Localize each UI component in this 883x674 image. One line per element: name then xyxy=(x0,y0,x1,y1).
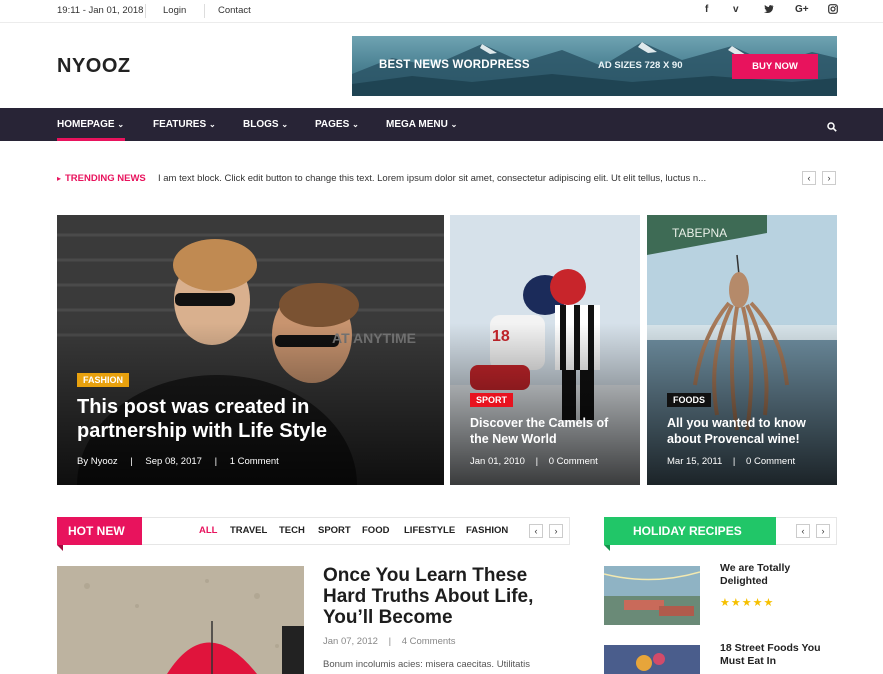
facebook-icon[interactable]: f xyxy=(705,4,708,15)
post-date: Jan 01, 2010 xyxy=(470,456,525,467)
post-date: Jan 07, 2012 xyxy=(323,636,378,647)
comment-count[interactable]: 0 Comment xyxy=(746,456,795,467)
nav-label: MEGA MENU xyxy=(386,119,448,130)
post-date: Sep 08, 2017 xyxy=(145,456,202,467)
buy-now-button[interactable]: BUY NOW xyxy=(732,54,818,79)
post-date: Mar 15, 2011 xyxy=(667,456,723,467)
umbrella-photo xyxy=(57,566,304,674)
street-food-photo xyxy=(604,645,700,674)
trending-label: TRENDING NEWS xyxy=(65,173,146,184)
recipe-thumbnail[interactable] xyxy=(604,645,700,674)
nav-label: HOMEPAGE xyxy=(57,119,115,130)
recipes-prev-button[interactable]: ‹ xyxy=(796,524,810,538)
hero-title[interactable]: All you wanted to know about Provencal w… xyxy=(667,415,832,447)
nav-label: BLOGS xyxy=(243,119,279,130)
filter-travel[interactable]: TRAVEL xyxy=(230,525,267,536)
article-meta: Jan 07, 2012 | 4 Comments xyxy=(323,636,456,647)
filter-lifestyle[interactable]: LIFESTYLE xyxy=(404,525,455,536)
banner-headline: BEST NEWS WORDPRESS xyxy=(379,59,530,71)
search-icon[interactable] xyxy=(827,119,837,137)
hero-card-fashion[interactable]: AT ANYTIME FASHION This post was created… xyxy=(57,215,444,485)
holiday-recipes-title: HOLIDAY RECIPES xyxy=(604,517,776,551)
article-title[interactable]: Once You Learn These Hard Truths About L… xyxy=(323,565,573,628)
category-badge[interactable]: SPORT xyxy=(470,393,514,407)
hero-meta: Jan 01, 2010 | 0 Comment xyxy=(470,456,598,467)
filter-tech[interactable]: TECH xyxy=(279,525,305,536)
active-nav-indicator xyxy=(57,138,125,141)
separator: | xyxy=(732,456,736,467)
category-badge[interactable]: FASHION xyxy=(77,373,130,387)
separator: | xyxy=(535,456,539,467)
article-image[interactable] xyxy=(57,566,304,674)
separator: | xyxy=(388,636,392,647)
nav-label: FEATURES xyxy=(153,119,207,130)
nav-item-pages[interactable]: PAGES ⌄ xyxy=(315,119,359,130)
login-link[interactable]: Login xyxy=(163,5,186,16)
filter-all[interactable]: ALL xyxy=(199,525,217,536)
filter-sport[interactable]: SPORT xyxy=(318,525,351,536)
restaurant-photo xyxy=(604,566,700,625)
comment-count[interactable]: 4 Comments xyxy=(402,636,456,647)
hero-card-sport[interactable]: 18 SPORT Discover the Camels of the New … xyxy=(450,215,640,485)
hot-new-title: HOT NEW xyxy=(57,517,142,551)
triangle-right-icon: ▸ xyxy=(57,174,62,183)
chevron-down-icon: ⌄ xyxy=(450,120,458,129)
separator: | xyxy=(130,456,133,467)
banner-sizes: AD SIZES 728 X 90 xyxy=(598,60,683,71)
nav-item-features[interactable]: FEATURES ⌄ xyxy=(153,119,216,130)
recipe-thumbnail[interactable] xyxy=(604,566,700,625)
article-excerpt: Bonum incolumis acies: misera caecitas. … xyxy=(323,659,530,670)
filter-food[interactable]: FOOD xyxy=(362,525,389,536)
date-time: 19:11 - Jan 01, 2018 xyxy=(57,5,144,16)
divider xyxy=(145,4,146,18)
comment-count[interactable]: 0 Comment xyxy=(549,456,598,467)
trending-next-button[interactable]: › xyxy=(822,171,836,185)
chevron-down-icon: ⌄ xyxy=(208,120,216,129)
trending-prev-button[interactable]: ‹ xyxy=(802,171,816,185)
hero-meta: By Nyooz | Sep 08, 2017 | 1 Comment xyxy=(77,456,279,467)
hot-new-next-button[interactable]: › xyxy=(549,524,563,538)
star-rating: ★★★★★ xyxy=(720,597,775,609)
comment-count[interactable]: 1 Comment xyxy=(230,456,279,467)
recipe-title[interactable]: We are Totally Delighted xyxy=(720,562,835,588)
nav-item-mega-menu[interactable]: MEGA MENU ⌄ xyxy=(386,119,457,130)
svg-text:ΤΑΒΕΡΝΑ: ΤΑΒΕΡΝΑ xyxy=(672,226,727,240)
recipes-next-button[interactable]: › xyxy=(816,524,830,538)
ad-banner[interactable]: BEST NEWS WORDPRESS AD SIZES 728 X 90 BU… xyxy=(352,36,837,96)
chevron-down-icon: ⌄ xyxy=(352,120,359,129)
instagram-icon[interactable] xyxy=(828,4,838,17)
category-badge[interactable]: FOODS xyxy=(667,393,712,407)
site-logo[interactable]: NYOOZ xyxy=(57,55,131,78)
hero-title[interactable]: This post was created in partnership wit… xyxy=(77,395,377,443)
separator: | xyxy=(214,456,218,467)
google-plus-icon[interactable]: G+ xyxy=(795,4,809,15)
twitter-icon[interactable] xyxy=(764,4,774,17)
author[interactable]: By Nyooz xyxy=(77,456,118,467)
recipe-title[interactable]: 18 Street Foods You Must Eat In xyxy=(720,642,835,668)
chevron-down-icon: ⌄ xyxy=(117,120,125,129)
hero-title[interactable]: Discover the Camels of the New World xyxy=(470,415,630,447)
nav-label: PAGES xyxy=(315,119,350,130)
main-nav: HOMEPAGE ⌄ FEATURES ⌄ BLOGS ⌄ PAGES ⌄ ME… xyxy=(0,108,883,141)
hero-meta: Mar 15, 2011 | 0 Comment xyxy=(667,456,795,467)
hero-card-foods[interactable]: ΤΑΒΕΡΝΑ FOODS All you wanted to know abo… xyxy=(647,215,837,485)
nav-item-homepage[interactable]: HOMEPAGE ⌄ xyxy=(57,119,124,130)
nav-item-blogs[interactable]: BLOGS ⌄ xyxy=(243,119,288,130)
vimeo-icon[interactable]: v xyxy=(733,4,739,15)
hot-new-prev-button[interactable]: ‹ xyxy=(529,524,543,538)
top-bar: 19:11 - Jan 01, 2018 Login Contact f v G… xyxy=(0,0,883,23)
divider xyxy=(204,4,205,18)
trending-text[interactable]: I am text block. Click edit button to ch… xyxy=(158,173,778,184)
contact-link[interactable]: Contact xyxy=(218,5,251,16)
filter-fashion[interactable]: FASHION xyxy=(466,525,508,536)
chevron-down-icon: ⌄ xyxy=(281,120,289,129)
